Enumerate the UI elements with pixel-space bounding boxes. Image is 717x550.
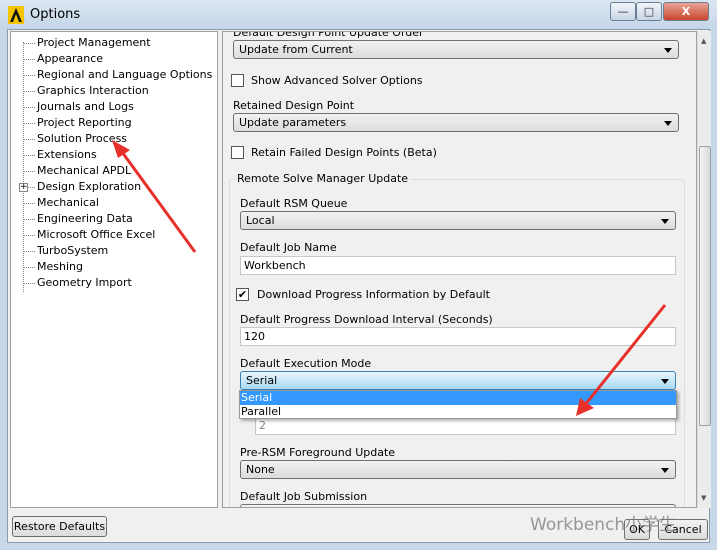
red-arrow-parallel (576, 304, 667, 416)
red-arrow-solution-process (112, 140, 197, 253)
annotation-arrows (112, 140, 667, 416)
